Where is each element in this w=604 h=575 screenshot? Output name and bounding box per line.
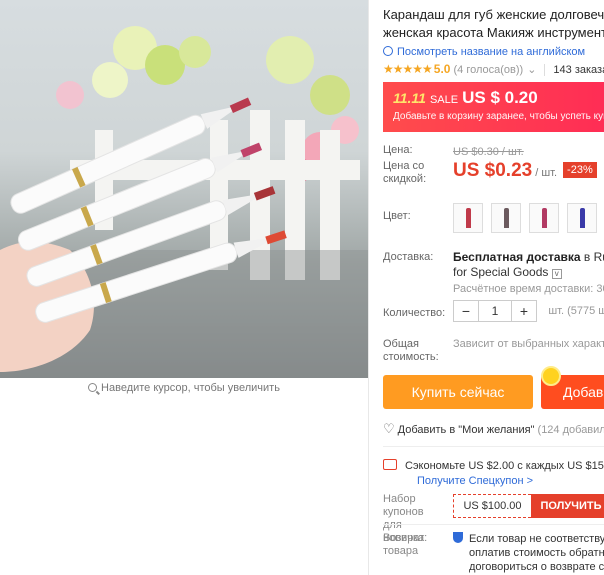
pencil-icon	[466, 208, 471, 228]
color-swatch-1[interactable]	[453, 203, 483, 233]
newbie-coupon: US $100.00 ПОЛУЧИТЬ	[453, 494, 604, 518]
sale-tag: 11.11	[393, 90, 426, 106]
quantity-label: Количество:	[383, 307, 446, 319]
quantity-row: −1+ шт. (5775 шт.	[453, 300, 604, 322]
quantity-stepper: −1 +	[453, 300, 537, 322]
return-line-3: договориться о возврате с	[469, 561, 604, 573]
coupon-amount: US $100.00	[453, 494, 531, 518]
product-info-panel: Карандаш для губ женские долговечн женск…	[383, 0, 604, 575]
wishlist-count: (124 добавили	[537, 424, 604, 436]
return-policy: Если товар не соответствует оплатив стои…	[453, 532, 604, 574]
translate-title-link[interactable]: Посмотреть название на английском	[383, 46, 604, 58]
zoom-hint-text: Наведите курсор, чтобы увеличить	[101, 382, 280, 394]
get-coupon-button[interactable]: ПОЛУЧИТЬ	[531, 494, 604, 518]
shipping-method: Бесплатная доставка	[453, 250, 581, 264]
chevron-down-icon[interactable]: v	[551, 269, 562, 279]
wishlist-row[interactable]: ♡Добавить в "Мои желания" (124 добавили	[383, 421, 604, 437]
color-label: Цвет:	[383, 210, 411, 222]
pencil-icon	[580, 208, 585, 228]
color-swatches	[453, 203, 604, 236]
discount-price: US $0.23/ шт. -23%	[453, 160, 597, 182]
return-line-1: Если товар не соответствует	[469, 533, 604, 545]
delivery-time: Расчётное время доставки: 30-	[453, 283, 604, 295]
return-line-2: оплатив стоимость обратно	[469, 547, 604, 559]
orders-count: 143 заказа	[544, 64, 604, 76]
zoom-hint: Наведите курсор, чтобы увеличить	[0, 380, 368, 396]
pencil-icon	[542, 208, 547, 228]
rating-votes[interactable]: (4 голоса(ов))	[453, 64, 523, 76]
old-price-text: US $0.30 / шт.	[453, 146, 524, 158]
delivery-label: Доставка:	[383, 251, 434, 263]
divider	[383, 446, 604, 447]
new-price: US $0.23	[453, 160, 533, 181]
color-swatch-4[interactable]	[567, 203, 597, 233]
coupon-icon	[383, 459, 397, 470]
total-value: Зависит от выбранных характе	[453, 338, 604, 350]
quantity-minus-button[interactable]: −	[454, 301, 478, 321]
color-swatch-2[interactable]	[491, 203, 521, 233]
rating-row: ★★★★★ 5.0 (4 голоса(ов)) ⌄ 143 заказа	[383, 62, 604, 76]
divider	[368, 0, 369, 575]
return-label: Возврат товара	[383, 532, 425, 557]
discount-price-label: Цена со скидкой:	[383, 160, 427, 185]
translate-icon	[383, 46, 393, 56]
delivery-info: Бесплатная доставка в Russia for Special…	[453, 250, 604, 297]
stock-info: шт. (5775 шт.	[548, 305, 604, 318]
sale-word: SALE	[429, 94, 459, 106]
old-price: US $0.30 / шт.	[453, 144, 524, 158]
total-label: Общая стоимость:	[383, 338, 439, 363]
sale-banner: 11.11 SALE US $ 0.20 Добавьте в корзину за…	[383, 82, 604, 132]
sale-price: US $ 0.20	[462, 88, 538, 107]
get-coupon-link[interactable]: Получите Спецкупон >	[417, 475, 604, 487]
price-unit: / шт.	[535, 167, 558, 179]
color-swatch-3[interactable]	[529, 203, 559, 233]
discount-badge: -23%	[563, 162, 597, 178]
chevron-down-icon[interactable]: ⌄	[527, 64, 536, 76]
heart-icon: ♡	[383, 421, 395, 436]
coupon-text: Сэкономьте US $2.00 с каждых US $15.0	[405, 460, 604, 472]
price-label: Цена:	[383, 144, 413, 156]
product-title: Карандаш для губ женские долговечн женск…	[383, 7, 604, 40]
divider	[383, 524, 604, 525]
shipping-destination[interactable]: в Russia	[581, 250, 604, 264]
shield-icon	[453, 532, 463, 543]
rating-score: 5.0	[433, 62, 451, 76]
quantity-input[interactable]: 1	[478, 301, 512, 321]
magnifier-icon	[88, 383, 98, 392]
wishlist-text[interactable]: Добавить в "Мои желания"	[398, 424, 535, 436]
translate-link-text[interactable]: Посмотреть название на английском	[397, 46, 585, 58]
coupon-row: Сэкономьте US $2.00 с каждых US $15.0 По…	[383, 459, 604, 487]
coin-icon	[541, 366, 561, 386]
rating-stars-icon: ★★★★★	[383, 62, 433, 76]
product-image[interactable]	[0, 0, 368, 378]
pencil-icon	[504, 208, 509, 228]
buy-now-button[interactable]: Купить сейчас	[383, 375, 533, 409]
shipping-service[interactable]: for Special Goods	[453, 265, 548, 279]
quantity-plus-button[interactable]: +	[512, 301, 536, 321]
sale-note: Добавьте в корзину заранее, чтобы успеть…	[393, 111, 604, 122]
